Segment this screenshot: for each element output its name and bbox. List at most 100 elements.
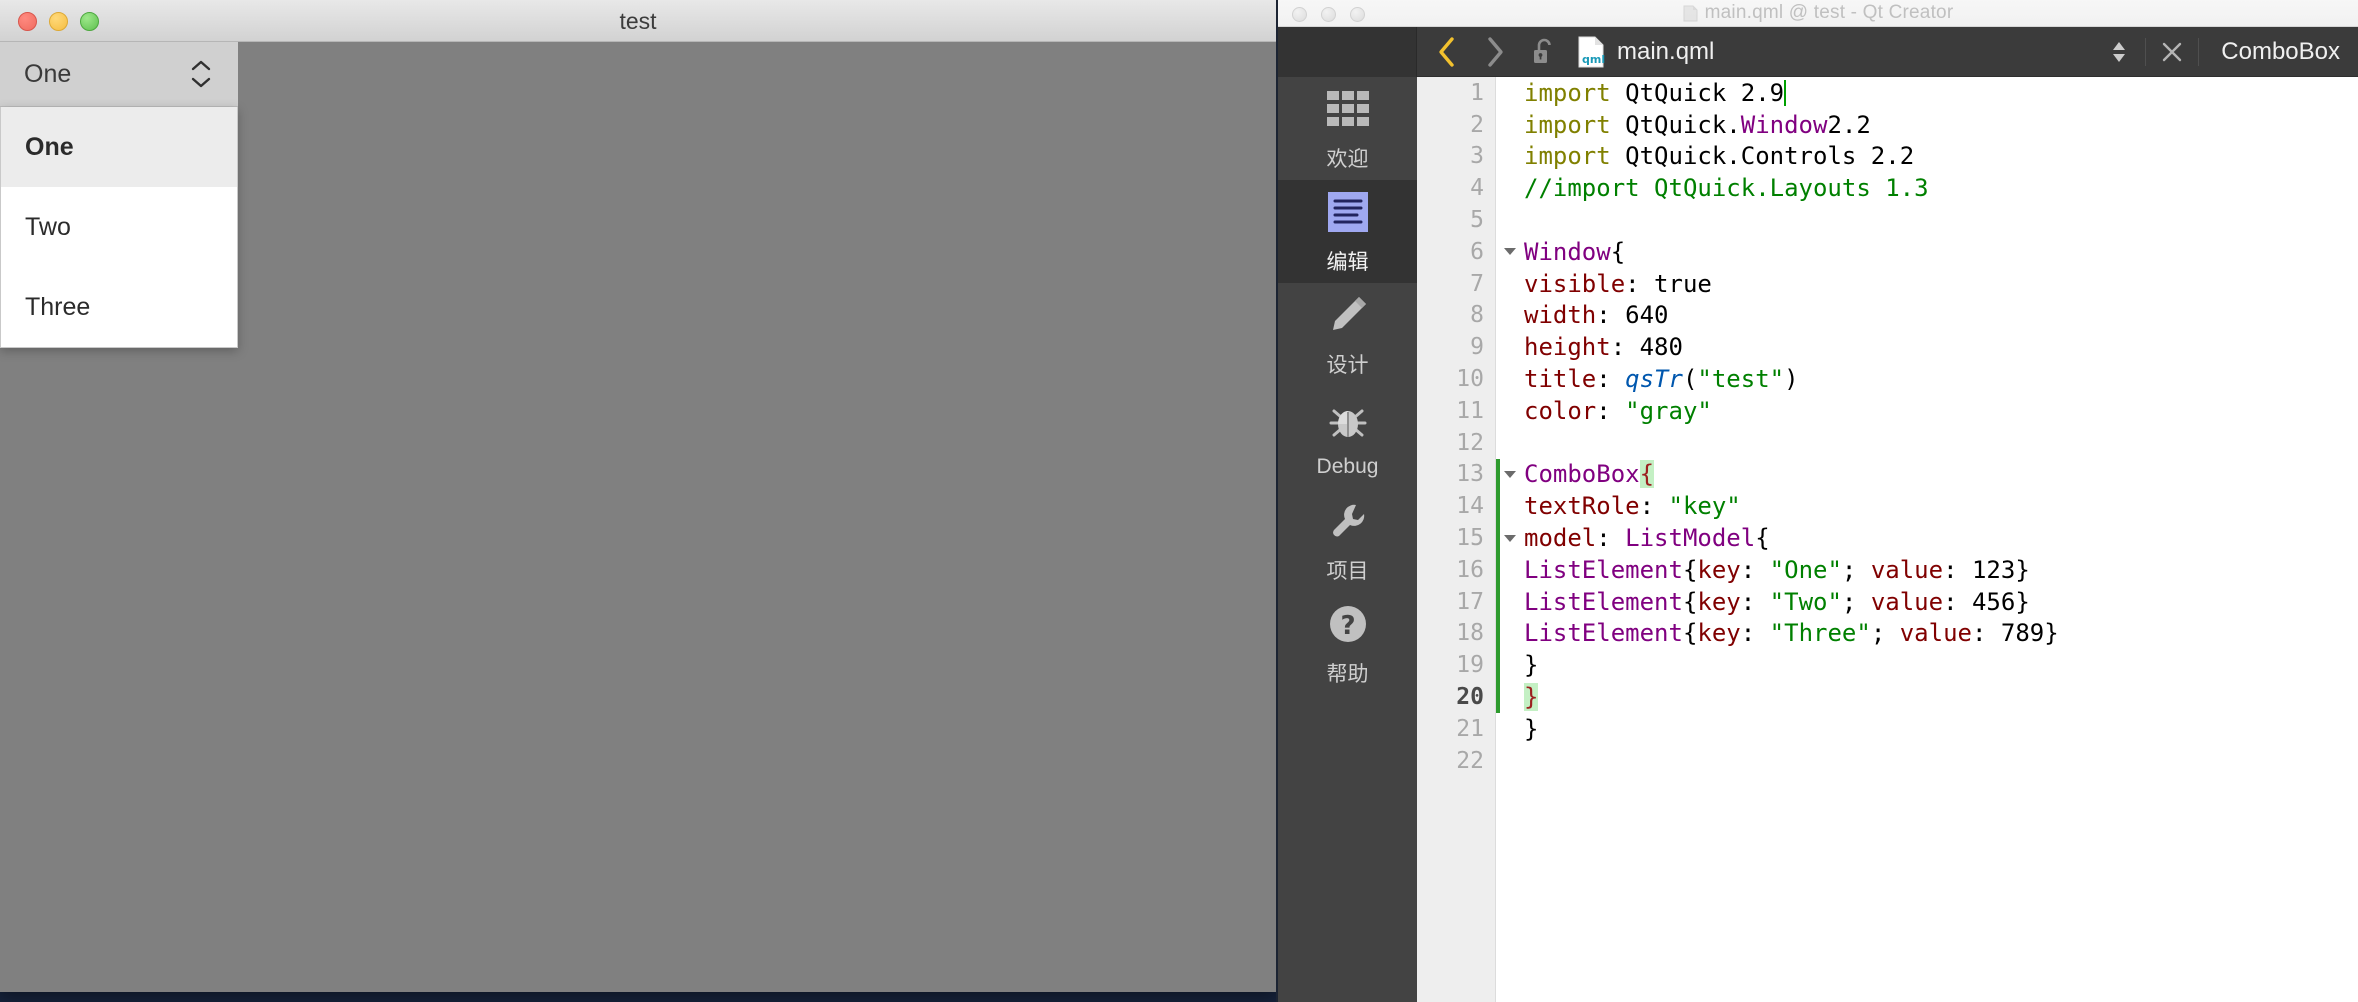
- sidebar-item-label: 帮助: [1326, 663, 1369, 686]
- split-editor-button[interactable]: [2097, 30, 2141, 74]
- line-number: 18: [1456, 620, 1484, 647]
- code-line: ListElement { key: "Two"; value: 456 }: [1524, 587, 2030, 616]
- qtcreator-window-title-row: main.qml @ test - Qt Creator: [1278, 0, 2358, 27]
- qt-creator-window: main.qml @ test - Qt Creator qml main.qm…: [1276, 0, 2358, 1002]
- sidebar-item-projects[interactable]: 项目: [1278, 489, 1417, 592]
- line-number: 10: [1456, 366, 1484, 393]
- code-line: title: qsTr("test"): [1524, 365, 1799, 394]
- qml-window-titlebar[interactable]: test: [0, 0, 1276, 42]
- list-item[interactable]: Two: [1, 187, 237, 267]
- line-number: 2: [1470, 111, 1484, 138]
- sidebar-item-debug[interactable]: Debug: [1278, 386, 1417, 489]
- combobox-control[interactable]: One: [0, 42, 238, 107]
- sidebar-item-design[interactable]: 设计: [1278, 283, 1417, 386]
- current-file-indicator[interactable]: qml main.qml: [1577, 36, 2097, 68]
- qml-application-window: test One One Two Three: [0, 0, 1276, 992]
- editor-toolbar: qml main.qml ComboBox: [1278, 26, 2358, 77]
- screen-root: test One One Two Three main.qml @ test -…: [0, 0, 2358, 1002]
- fold-marker-column[interactable]: [1496, 77, 1524, 1002]
- grid-welcome-icon: [1323, 84, 1373, 134]
- fold-marker-icon[interactable]: [1502, 236, 1518, 268]
- sidebar-item-label: 设计: [1326, 354, 1369, 377]
- toolbar-divider: [2198, 37, 2200, 66]
- fold-marker-icon[interactable]: [1502, 459, 1518, 491]
- sidebar-item-label: 项目: [1326, 560, 1369, 583]
- code-lines: import QtQuick 2.9 import QtQuick. Window …: [1496, 77, 2358, 777]
- code-line: ListElement { key: "One"; value: 123 }: [1524, 555, 2030, 584]
- line-number: 14: [1456, 493, 1484, 520]
- forward-button[interactable]: [1473, 30, 1517, 74]
- qml-file-icon: qml: [1578, 36, 1605, 67]
- wrench-project-icon: [1323, 496, 1373, 546]
- line-number: 5: [1470, 207, 1484, 234]
- unlocked-padlock-icon[interactable]: [1521, 30, 1565, 74]
- code-line: model: ListModel {: [1524, 524, 1770, 553]
- qtcreator-titlebar[interactable]: main.qml @ test - Qt Creator: [1278, 0, 2358, 27]
- line-number: 16: [1456, 556, 1484, 583]
- line-number: 3: [1470, 143, 1484, 170]
- list-item[interactable]: Three: [1, 267, 237, 347]
- code-line: textRole: "key": [1524, 492, 1741, 521]
- fold-marker-icon[interactable]: [1502, 522, 1518, 554]
- code-text-area[interactable]: import QtQuick 2.9 import QtQuick. Window …: [1496, 77, 2358, 1002]
- editor-filename: main.qml: [1617, 37, 1715, 65]
- code-line: }: [1524, 683, 1539, 712]
- sidebar-item-label: Debug: [1316, 455, 1379, 478]
- line-number: 4: [1470, 175, 1484, 202]
- toolbar-right-group: ComboBox: [2097, 30, 2358, 74]
- line-number: 19: [1456, 652, 1484, 679]
- navigation-buttons: [1417, 30, 1573, 74]
- pencil-design-icon: [1323, 290, 1373, 340]
- svg-text:qml: qml: [1582, 53, 1605, 66]
- code-line: import QtQuick. Window 2.2: [1524, 110, 1871, 139]
- code-line: }: [1524, 651, 1539, 680]
- line-number: 7: [1470, 270, 1484, 297]
- mode-selector-sidebar: 欢迎 编辑 设计 Debug 项目 ? 帮助: [1278, 77, 1417, 1002]
- line-number: 8: [1470, 302, 1484, 329]
- list-item[interactable]: One: [1, 107, 237, 187]
- line-number: 20: [1456, 684, 1484, 711]
- sidebar-item-label: 编辑: [1326, 251, 1369, 274]
- combobox-selected-text: One: [24, 59, 72, 88]
- code-line: Window {: [1524, 237, 1626, 266]
- line-number: 22: [1456, 747, 1484, 774]
- up-down-chevron-icon: [190, 60, 212, 88]
- sidebar-item-label: 欢迎: [1326, 148, 1369, 171]
- code-line: import QtQuick 2.9: [1524, 78, 1787, 107]
- sidebar-item-edit[interactable]: 编辑: [1278, 180, 1417, 283]
- bug-debug-icon: [1323, 396, 1373, 446]
- line-number: 17: [1456, 588, 1484, 615]
- modebar-toolbar-spacer: [1278, 26, 1417, 77]
- code-line: width: 640: [1524, 301, 1669, 330]
- code-line: color: "gray": [1524, 396, 1712, 425]
- svg-text:?: ?: [1340, 611, 1355, 641]
- code-line: visible: true: [1524, 269, 1712, 298]
- line-number: 11: [1456, 397, 1484, 424]
- question-help-icon: ?: [1323, 599, 1373, 649]
- sidebar-item-welcome[interactable]: 欢迎: [1278, 77, 1417, 180]
- back-button[interactable]: [1425, 30, 1469, 74]
- sidebar-item-help[interactable]: ? 帮助: [1278, 592, 1417, 695]
- line-number: 12: [1456, 429, 1484, 456]
- symbol-selector[interactable]: ComboBox: [2203, 38, 2358, 66]
- code-line: //import QtQuick.Layouts 1.3: [1524, 174, 1929, 203]
- qml-file-icon: [1683, 5, 1698, 21]
- code-editor[interactable]: 1 2 3 4 5 6 7 8 9 10 11 12 13 14 15 16 17 18 19 20 21 22 impo…: [1417, 77, 2358, 1002]
- line-number: 1: [1470, 79, 1484, 106]
- qtcreator-window-title: main.qml @ test - Qt Creator: [1704, 2, 1954, 23]
- line-number-gutter: 1 2 3 4 5 6 7 8 9 10 11 12 13 14 15 16 17 18 19 20 21 22: [1417, 77, 1496, 1002]
- toolbar-divider: [2145, 37, 2147, 66]
- combobox-popup-list[interactable]: One Two Three: [0, 107, 238, 348]
- close-editor-button[interactable]: [2150, 30, 2194, 74]
- qml-window-title: test: [619, 7, 657, 34]
- change-indicator-bar: [1496, 458, 1500, 713]
- code-line: }: [1524, 714, 1539, 743]
- code-line: height: 480: [1524, 333, 1683, 362]
- code-line: import QtQuick.Controls 2.2: [1524, 142, 1915, 171]
- code-line: ListElement { key: "Three"; value: 789 }: [1524, 619, 2059, 648]
- line-number: 15: [1456, 525, 1484, 552]
- edit-lines-icon: [1323, 187, 1373, 237]
